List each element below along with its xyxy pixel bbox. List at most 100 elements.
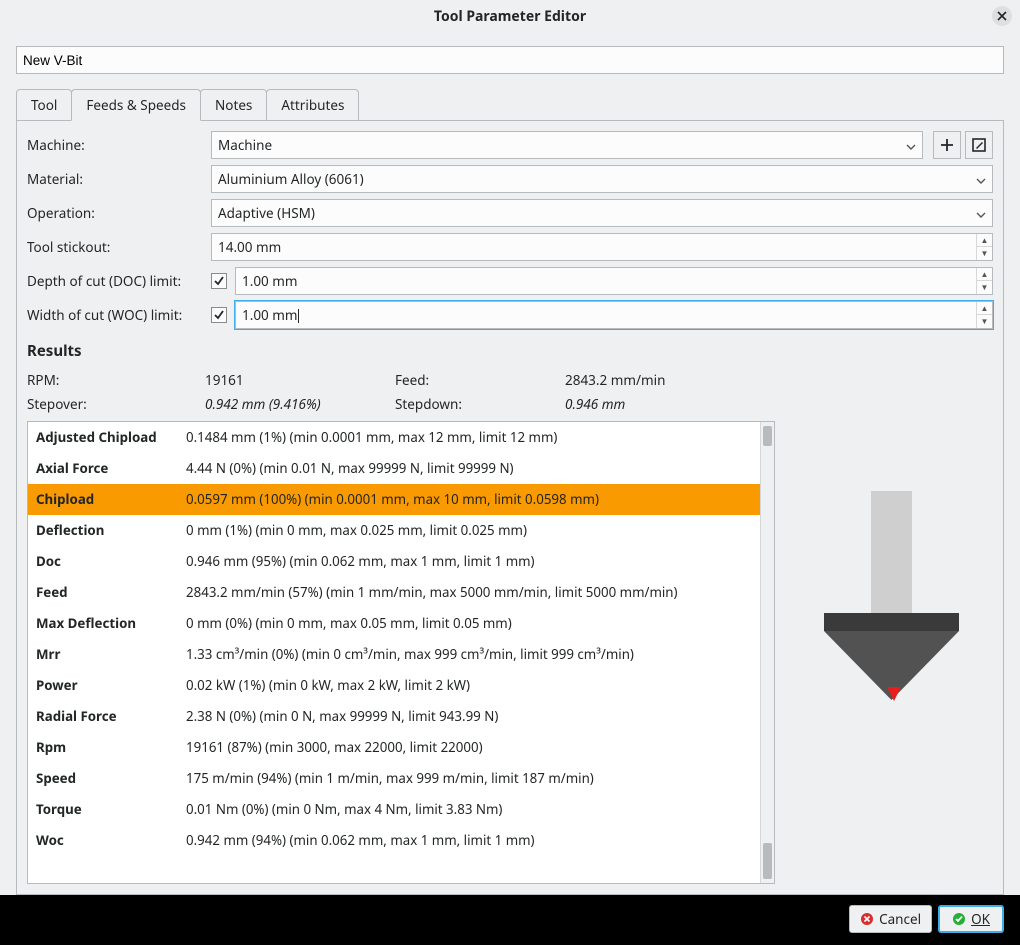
stickout-input[interactable]: 14.00 mm ▲ ▼ [211, 233, 993, 261]
result-value: 0.942 mm (94%) (min 0.062 mm, max 1 mm, … [178, 825, 760, 856]
scrollbar-thumb-bottom[interactable] [763, 843, 772, 879]
table-row[interactable]: Max Deflection0 mm (0%) (min 0 mm, max 0… [28, 608, 760, 639]
add-machine-button[interactable] [933, 131, 961, 159]
table-row[interactable]: Adjusted Chipload0.1484 mm (1%) (min 0.0… [28, 422, 760, 453]
result-key: Doc [28, 546, 178, 577]
table-row[interactable]: Rpm19161 (87%) (min 3000, max 22000, lim… [28, 732, 760, 763]
table-row[interactable]: Feed2843.2 mm/min (57%) (min 1 mm/min, m… [28, 577, 760, 608]
cancel-button[interactable]: Cancel [849, 905, 932, 933]
woc-limit-input[interactable]: 1.00 mm ▲ ▼ [235, 301, 993, 329]
material-select[interactable]: Aluminium Alloy (6061) [211, 165, 993, 193]
results-summary: RPM: 19161 Feed: 2843.2 mm/min Stepover:… [27, 371, 993, 413]
tool-name-input[interactable] [16, 46, 1004, 74]
doc-limit-checkbox[interactable] [211, 273, 227, 289]
woc-limit-value: 1.00 mm [236, 306, 976, 324]
result-key: Adjusted Chipload [28, 422, 178, 453]
result-value: 0.01 Nm (0%) (min 0 Nm, max 4 Nm, limit … [178, 794, 760, 825]
result-value: 0.1484 mm (1%) (min 0.0001 mm, max 12 mm… [178, 422, 760, 453]
label-stickout: Tool stickout: [27, 238, 205, 256]
table-row[interactable]: Power0.02 kW (1%) (min 0 kW, max 2 kW, l… [28, 670, 760, 701]
doc-spin-buttons: ▲ ▼ [976, 268, 992, 294]
stickout-step-down[interactable]: ▼ [977, 247, 992, 260]
label-operation: Operation: [27, 204, 205, 222]
result-value: 19161 (87%) (min 3000, max 22000, limit … [178, 732, 760, 763]
chevron-down-icon [976, 170, 986, 188]
result-key: Max Deflection [28, 608, 178, 639]
stickout-spin-buttons: ▲ ▼ [976, 234, 992, 260]
label-feed: Feed: [395, 371, 565, 389]
form-grid: Machine: Machine Material: Aluminium All… [27, 131, 993, 329]
label-stepover: Stepover: [27, 395, 205, 413]
table-row[interactable]: Chipload0.0597 mm (100%) (min 0.0001 mm,… [28, 484, 760, 515]
vbit-graphic-icon [804, 491, 979, 751]
chevron-down-icon [906, 136, 916, 154]
tab-attributes[interactable]: Attributes [266, 89, 359, 121]
value-stepover: 0.942 mm (9.416%) [205, 395, 395, 413]
machine-row-actions [929, 131, 993, 159]
material-select-value: Aluminium Alloy (6061) [218, 170, 364, 188]
label-doc-limit: Depth of cut (DOC) limit: [27, 272, 205, 290]
window-title: Tool Parameter Editor [434, 7, 586, 26]
doc-step-up[interactable]: ▲ [977, 268, 992, 281]
tab-feeds-speeds[interactable]: Feeds & Speeds [71, 89, 201, 121]
result-value: 175 m/min (94%) (min 1 m/min, max 999 m/… [178, 763, 760, 794]
result-key: Deflection [28, 515, 178, 546]
value-rpm: 19161 [205, 371, 395, 389]
table-row[interactable]: Axial Force4.44 N (0%) (min 0.01 N, max … [28, 453, 760, 484]
window: Tool Parameter Editor Tool Feeds & Speed… [0, 0, 1020, 895]
cancel-icon [860, 912, 874, 926]
doc-limit-input[interactable]: 1.00 mm ▲ ▼ [235, 267, 993, 295]
result-key: Rpm [28, 732, 178, 763]
ok-button[interactable]: OK [938, 905, 1004, 933]
result-value: 0.0597 mm (100%) (min 0.0001 mm, max 10 … [178, 484, 760, 515]
woc-step-up[interactable]: ▲ [977, 302, 992, 315]
label-machine: Machine: [27, 136, 205, 154]
woc-step-down[interactable]: ▼ [977, 315, 992, 328]
woc-limit-checkbox[interactable] [211, 307, 227, 323]
machine-select[interactable]: Machine [211, 131, 923, 159]
operation-select-value: Adaptive (HSM) [218, 204, 315, 222]
label-stepdown: Stepdown: [395, 395, 565, 413]
ok-icon [952, 912, 966, 926]
bottom-area: Adjusted Chipload0.1484 mm (1%) (min 0.0… [27, 421, 993, 884]
result-key: Woc [28, 825, 178, 856]
value-stepdown: 0.946 mm [565, 395, 993, 413]
scrollbar-thumb-top[interactable] [763, 426, 772, 446]
operation-select[interactable]: Adaptive (HSM) [211, 199, 993, 227]
result-value: 0 mm (0%) (min 0 mm, max 0.05 mm, limit … [178, 608, 760, 639]
results-scrollbar[interactable] [760, 422, 774, 883]
tabs-bar: Tool Feeds & Speeds Notes Attributes [16, 88, 1004, 120]
window-close-button[interactable] [992, 6, 1012, 26]
table-row[interactable]: Deflection0 mm (1%) (min 0 mm, max 0.025… [28, 515, 760, 546]
result-value: 2843.2 mm/min (57%) (min 1 mm/min, max 5… [178, 577, 760, 608]
results-table-wrap: Adjusted Chipload0.1484 mm (1%) (min 0.0… [27, 421, 775, 884]
tab-notes[interactable]: Notes [200, 89, 267, 121]
table-row[interactable]: Woc0.942 mm (94%) (min 0.062 mm, max 1 m… [28, 825, 760, 856]
result-key: Axial Force [28, 453, 178, 484]
table-row[interactable]: Speed175 m/min (94%) (min 1 m/min, max 9… [28, 763, 760, 794]
result-key: Feed [28, 577, 178, 608]
content-area: Tool Feeds & Speeds Notes Attributes Mac… [0, 32, 1020, 895]
result-key: Mrr [28, 639, 178, 670]
tool-preview [789, 421, 993, 884]
dialog-footer: Cancel OK [0, 895, 1020, 945]
table-row[interactable]: Doc0.946 mm (95%) (min 0.062 mm, max 1 m… [28, 546, 760, 577]
doc-step-down[interactable]: ▼ [977, 281, 992, 294]
doc-limit-value: 1.00 mm [236, 272, 976, 290]
result-value: 4.44 N (0%) (min 0.01 N, max 99999 N, li… [178, 453, 760, 484]
value-feed: 2843.2 mm/min [565, 371, 993, 389]
ok-label: OK [971, 910, 990, 928]
stickout-step-up[interactable]: ▲ [977, 234, 992, 247]
result-value: 0 mm (1%) (min 0 mm, max 0.025 mm, limit… [178, 515, 760, 546]
tab-tool[interactable]: Tool [16, 89, 72, 121]
close-icon [997, 11, 1007, 21]
table-row[interactable]: Torque0.01 Nm (0%) (min 0 Nm, max 4 Nm, … [28, 794, 760, 825]
result-value: 2.38 N (0%) (min 0 N, max 99999 N, limit… [178, 701, 760, 732]
result-value: 0.02 kW (1%) (min 0 kW, max 2 kW, limit … [178, 670, 760, 701]
check-icon [213, 309, 225, 321]
edit-machine-button[interactable] [965, 131, 993, 159]
table-row[interactable]: Radial Force2.38 N (0%) (min 0 N, max 99… [28, 701, 760, 732]
results-heading: Results [27, 341, 993, 361]
table-row[interactable]: Mrr1.33 cm³/min (0%) (min 0 cm³/min, max… [28, 639, 760, 670]
result-key: Radial Force [28, 701, 178, 732]
